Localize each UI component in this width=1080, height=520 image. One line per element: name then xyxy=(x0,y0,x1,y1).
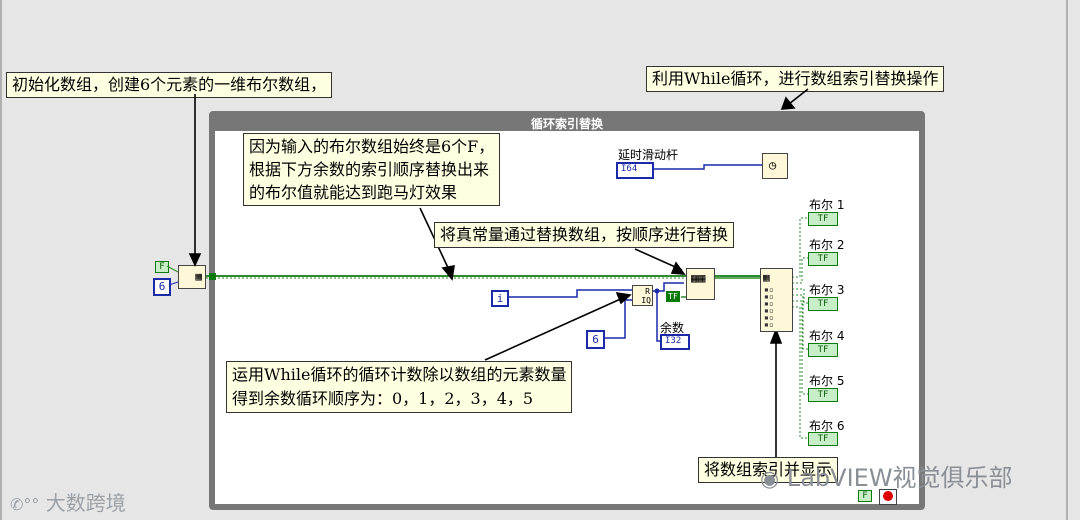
wechat-icon: ◉ xyxy=(760,467,780,492)
remainder-indicator[interactable]: I32 xyxy=(660,334,690,350)
watermark-right-text: LabVIEW视觉俱乐部 xyxy=(786,464,1013,492)
clock-icon: ◷ xyxy=(769,158,777,172)
quotient-remainder-node[interactable]: R IQ xyxy=(632,285,653,306)
delay-slider-label: 延时滑动杆 xyxy=(618,148,679,162)
delay-slider-type: I64 xyxy=(621,164,638,174)
note-iteration-line-2: 得到余数循环顺序为：0，1，2，3，4，5 xyxy=(232,389,534,408)
bool-label-1: 布尔 1 xyxy=(809,198,845,212)
remainder-type: I32 xyxy=(665,336,682,346)
wait-ms-node[interactable]: ◷ xyxy=(762,153,788,179)
bool-indicator-1[interactable]: TF xyxy=(808,212,838,226)
wires-layer xyxy=(166,88,809,458)
watermark-left-logo-icon: ✆°° xyxy=(10,495,40,514)
remainder-r-icon: R xyxy=(645,287,650,296)
delay-slider-terminal[interactable]: I64 xyxy=(616,162,654,179)
bool-indicator-4[interactable]: TF xyxy=(808,343,838,357)
note-explain-line-1: 因为输入的布尔数组始终是6个F， xyxy=(249,137,495,156)
true-constant[interactable]: TF xyxy=(666,291,680,302)
bool-indicator-3[interactable]: TF xyxy=(808,297,838,311)
note-explain: 因为输入的布尔数组始终是6个F， 根据下方余数的索引顺序替换出来 的布尔值就能达… xyxy=(243,133,501,206)
watermark-left-text: 大数跨境 xyxy=(45,491,126,515)
note-explain-line-2: 根据下方余数的索引顺序替换出来 xyxy=(249,160,490,179)
note-explain-line-3: 的布尔值就能达到跑马灯效果 xyxy=(249,183,458,202)
bool-indicator-5[interactable]: TF xyxy=(808,388,838,402)
watermark-right: ◉ LabVIEW视觉俱乐部 xyxy=(760,458,1013,493)
iteration-terminal[interactable]: i xyxy=(491,290,509,307)
replace-array-icon: ▦▦ xyxy=(691,271,706,285)
bool-label-2: 布尔 2 xyxy=(809,238,845,252)
bool-indicator-2[interactable]: TF xyxy=(808,252,838,266)
index-array-outputs: ▪▫ ▪▫ ▪▫ ▪▫ ▪▫ ▪▫ xyxy=(764,285,774,329)
bool-label-3: 布尔 3 xyxy=(809,283,845,297)
note-replace: 将真常量通过替换数组，按顺序进行替换 xyxy=(434,222,735,248)
bool-label-5: 布尔 5 xyxy=(809,374,845,388)
note-iteration: 运用While循环的循环计数除以数组的元素数量 得到余数循环顺序为：0，1，2，… xyxy=(226,361,573,413)
index-array-node[interactable]: ▦ ▪▫ ▪▫ ▪▫ ▪▫ ▪▫ ▪▫ xyxy=(760,268,793,332)
replace-array-subset-node[interactable]: ▦▦ xyxy=(686,268,715,300)
bool-indicator-6[interactable]: TF xyxy=(808,432,838,446)
quotient-iq-icon: IQ xyxy=(641,296,651,305)
watermark-left: ✆°° 大数跨境 xyxy=(10,487,126,516)
note-iteration-line-1: 运用While循环的循环计数除以数组的元素数量 xyxy=(232,365,567,384)
bool-label-4: 布尔 4 xyxy=(809,329,845,343)
divisor-constant[interactable]: 6 xyxy=(586,330,605,349)
index-array-icon: ▦ xyxy=(763,271,770,284)
